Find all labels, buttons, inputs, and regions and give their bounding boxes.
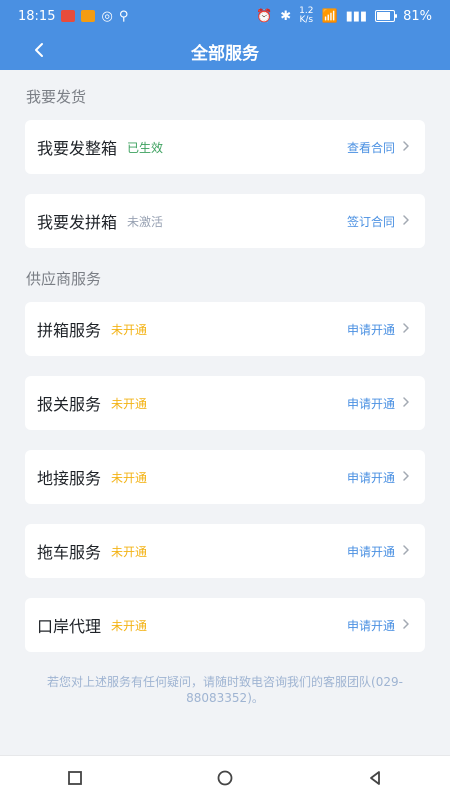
action-label: 申请开通	[346, 618, 395, 633]
action-label: 申请开通	[346, 396, 395, 411]
battery-percent: 81%	[403, 8, 432, 24]
home-button[interactable]	[213, 766, 237, 790]
apply-open-link[interactable]: 申请开通	[347, 321, 411, 338]
service-title: 地接服务	[37, 469, 102, 488]
service-card[interactable]: 我要发整箱 已生效 查看合同	[25, 120, 425, 174]
service-left: 报关服务 未开通	[37, 391, 147, 415]
sign-contract-link[interactable]: 签订合同	[347, 213, 411, 230]
wifi-icon: 📶	[321, 8, 338, 24]
system-nav-bar	[0, 755, 450, 800]
service-card[interactable]: 地接服务 未开通 申请开通	[25, 450, 425, 504]
section-shipping-title: 我要发货	[26, 88, 87, 106]
signal-icon: ▮▮▮	[345, 8, 368, 24]
chevron-right-icon	[401, 214, 411, 228]
chevron-right-icon	[401, 322, 411, 336]
service-left: 拼箱服务 未开通	[37, 317, 147, 341]
service-left: 口岸代理 未开通	[37, 613, 147, 637]
network-speed: 1.2 K/s	[299, 7, 313, 25]
bluetooth-icon: ✱	[280, 8, 292, 24]
service-title: 拖车服务	[37, 543, 102, 562]
status-time: 18:15	[18, 8, 56, 24]
service-left: 我要发整箱 已生效	[37, 135, 163, 159]
service-card[interactable]: 报关服务 未开通 申请开通	[25, 376, 425, 430]
apply-open-link[interactable]: 申请开通	[347, 543, 411, 560]
service-title: 口岸代理	[37, 617, 102, 636]
service-status: 未开通	[111, 322, 148, 337]
service-status: 未开通	[111, 470, 148, 485]
bike-icon: ⚲	[118, 8, 129, 24]
service-card[interactable]: 拼箱服务 未开通 申请开通	[25, 302, 425, 356]
action-label: 申请开通	[346, 544, 395, 559]
chevron-right-icon	[401, 618, 411, 632]
apply-open-link[interactable]: 申请开通	[347, 617, 411, 634]
back-button[interactable]	[28, 38, 52, 62]
service-left: 我要发拼箱 未激活	[37, 209, 163, 233]
action-label: 签订合同	[346, 214, 395, 229]
notification-icon: ◎	[101, 8, 113, 24]
recent-apps-button[interactable]	[63, 766, 87, 790]
alarm-icon: ⏰	[256, 8, 273, 24]
apply-open-link[interactable]: 申请开通	[347, 469, 411, 486]
action-label: 申请开通	[346, 470, 395, 485]
service-status: 未开通	[111, 544, 148, 559]
apply-open-link[interactable]: 申请开通	[347, 395, 411, 412]
page-title: 全部服务	[191, 43, 259, 64]
help-note: 若您对上述服务有任何疑问，请随时致电咨询我们的客服团队(029-88083352…	[47, 675, 403, 705]
service-status: 未激活	[127, 214, 164, 229]
service-card[interactable]: 我要发拼箱 未激活 签订合同	[25, 194, 425, 248]
app-header: 18:15 ◎ ⚲ ⏰ ✱ 1.2 K/s 📶 ▮▮▮ 81% 全部服务	[0, 0, 450, 70]
service-title: 我要发拼箱	[37, 213, 118, 232]
status-bar: 18:15 ◎ ⚲ ⏰ ✱ 1.2 K/s 📶 ▮▮▮ 81%	[0, 0, 450, 32]
back-arrow-icon	[35, 43, 43, 57]
chevron-right-icon	[401, 544, 411, 558]
service-status: 未开通	[111, 396, 148, 411]
service-title: 报关服务	[37, 395, 102, 414]
service-status: 未开通	[111, 618, 148, 633]
chevron-right-icon	[401, 396, 411, 410]
service-left: 拖车服务 未开通	[37, 539, 147, 563]
square-icon	[68, 771, 82, 785]
battery-icon	[375, 10, 398, 22]
service-title: 拼箱服务	[37, 321, 102, 340]
section-supplier-title: 供应商服务	[26, 270, 102, 288]
service-status: 已生效	[127, 140, 164, 155]
status-right: ⏰ ✱ 1.2 K/s 📶 ▮▮▮ 81%	[256, 7, 450, 25]
chevron-right-icon	[401, 470, 411, 484]
service-left: 地接服务 未开通	[37, 465, 147, 489]
view-contract-link[interactable]: 查看合同	[347, 139, 411, 156]
action-label: 申请开通	[346, 322, 395, 337]
service-title: 我要发整箱	[37, 139, 118, 158]
action-label: 查看合同	[346, 140, 395, 155]
top-nav: 全部服务	[0, 32, 450, 70]
notification-badge-red	[61, 10, 76, 22]
service-card[interactable]: 拖车服务 未开通 申请开通	[25, 524, 425, 578]
back-nav-button[interactable]	[363, 766, 387, 790]
circle-icon	[217, 770, 233, 786]
service-card[interactable]: 口岸代理 未开通 申请开通	[25, 598, 425, 652]
triangle-left-icon	[370, 771, 380, 785]
chevron-right-icon	[401, 140, 411, 154]
network-speed-unit: K/s	[299, 15, 314, 25]
status-left: 18:15 ◎ ⚲	[0, 9, 128, 24]
notification-badge-orange	[81, 10, 96, 22]
